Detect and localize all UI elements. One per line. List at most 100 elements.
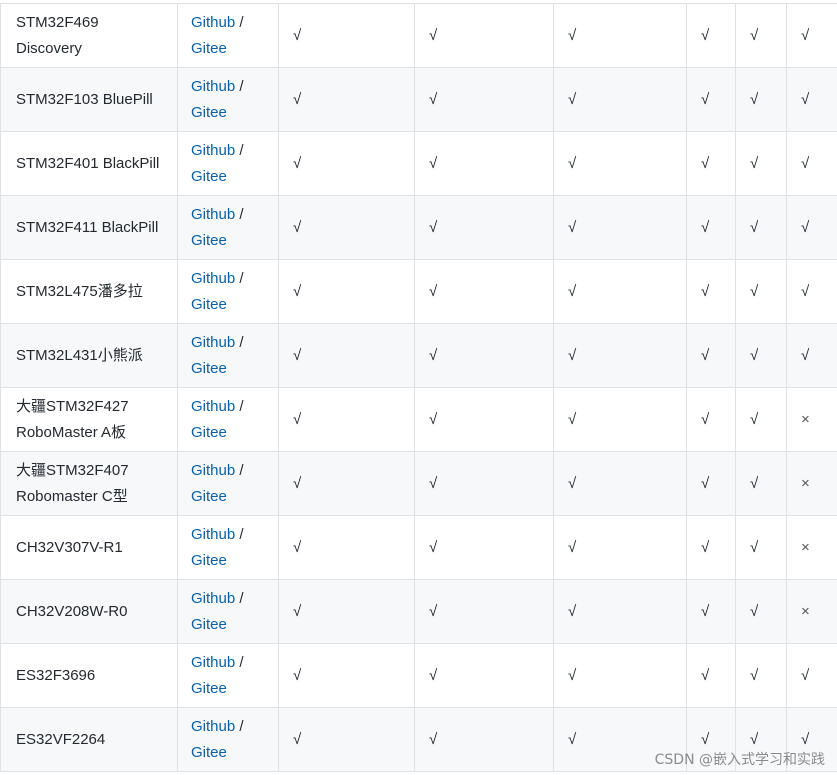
- github-link[interactable]: Github: [191, 334, 235, 351]
- repo-links: Github / Gitee: [177, 707, 279, 772]
- supported-mark: √: [735, 195, 787, 260]
- supported-mark: √: [686, 195, 736, 260]
- supported-mark: √: [414, 387, 554, 452]
- link-separator: /: [235, 142, 244, 159]
- unsupported-mark: ×: [786, 451, 837, 516]
- table-row: STM32L475潘多拉 Github / Gitee √ √ √ √ √ √: [0, 259, 837, 324]
- table-row: STM32F469 Discovery Github / Gitee √ √ √ √ √ √: [0, 3, 837, 68]
- supported-mark: √: [414, 707, 554, 772]
- supported-mark: √: [553, 131, 687, 196]
- github-link[interactable]: Github: [191, 526, 235, 543]
- gitee-link[interactable]: Gitee: [191, 616, 227, 633]
- supported-mark: √: [686, 3, 736, 68]
- link-separator: /: [235, 526, 244, 543]
- supported-mark: √: [553, 3, 687, 68]
- board-name: ES32VF2264: [0, 707, 178, 772]
- github-link[interactable]: Github: [191, 462, 235, 479]
- repo-links: Github / Gitee: [177, 579, 279, 644]
- link-separator: /: [235, 206, 244, 223]
- supported-mark: √: [278, 259, 415, 324]
- gitee-link[interactable]: Gitee: [191, 680, 227, 697]
- supported-mark: √: [278, 131, 415, 196]
- supported-mark: √: [553, 195, 687, 260]
- gitee-link[interactable]: Gitee: [191, 232, 227, 249]
- supported-mark: √: [278, 3, 415, 68]
- supported-mark: √: [786, 131, 837, 196]
- table-row: STM32F401 BlackPill Github / Gitee √ √ √ √ √ √: [0, 131, 837, 196]
- github-link[interactable]: Github: [191, 654, 235, 671]
- supported-mark: √: [278, 323, 415, 388]
- supported-mark: √: [553, 451, 687, 516]
- table-row: 大疆STM32F407 Robomaster C型 Github / Gitee √ √…: [0, 451, 837, 516]
- board-name: STM32F401 BlackPill: [0, 131, 178, 196]
- repo-links: Github / Gitee: [177, 259, 279, 324]
- board-name: STM32F469 Discovery: [0, 3, 178, 68]
- supported-mark: √: [553, 387, 687, 452]
- supported-mark: √: [786, 643, 837, 708]
- supported-mark: √: [414, 3, 554, 68]
- gitee-link[interactable]: Gitee: [191, 552, 227, 569]
- supported-mark: √: [786, 67, 837, 132]
- supported-mark: √: [553, 515, 687, 580]
- github-link[interactable]: Github: [191, 270, 235, 287]
- supported-mark: √: [686, 579, 736, 644]
- repo-links: Github / Gitee: [177, 387, 279, 452]
- supported-mark: √: [278, 451, 415, 516]
- gitee-link[interactable]: Gitee: [191, 104, 227, 121]
- github-link[interactable]: Github: [191, 398, 235, 415]
- supported-mark: √: [414, 643, 554, 708]
- supported-mark: √: [278, 387, 415, 452]
- table-row: STM32L431小熊派 Github / Gitee √ √ √ √ √ √: [0, 323, 837, 388]
- repo-links: Github / Gitee: [177, 131, 279, 196]
- supported-mark: √: [686, 323, 736, 388]
- board-name: STM32F103 BluePill: [0, 67, 178, 132]
- link-separator: /: [235, 398, 244, 415]
- github-link[interactable]: Github: [191, 718, 235, 735]
- gitee-link[interactable]: Gitee: [191, 744, 227, 761]
- supported-mark: √: [735, 515, 787, 580]
- supported-mark: √: [278, 195, 415, 260]
- gitee-link[interactable]: Gitee: [191, 296, 227, 313]
- supported-mark: √: [553, 707, 687, 772]
- github-link[interactable]: Github: [191, 590, 235, 607]
- repo-links: Github / Gitee: [177, 515, 279, 580]
- table-row: STM32F411 BlackPill Github / Gitee √ √ √ √ √ √: [0, 195, 837, 260]
- supported-mark: √: [735, 579, 787, 644]
- github-link[interactable]: Github: [191, 142, 235, 159]
- gitee-link[interactable]: Gitee: [191, 488, 227, 505]
- link-separator: /: [235, 270, 244, 287]
- supported-mark: √: [735, 67, 787, 132]
- table-row: CH32V208W-R0 Github / Gitee √ √ √ √ √ ×: [0, 579, 837, 644]
- link-separator: /: [235, 718, 244, 735]
- gitee-link[interactable]: Gitee: [191, 360, 227, 377]
- supported-mark: √: [735, 643, 787, 708]
- repo-links: Github / Gitee: [177, 643, 279, 708]
- github-link[interactable]: Github: [191, 14, 235, 31]
- supported-mark: √: [786, 3, 837, 68]
- board-name: 大疆STM32F427 RoboMaster A板: [0, 387, 178, 452]
- repo-links: Github / Gitee: [177, 67, 279, 132]
- table-row: 大疆STM32F427 RoboMaster A板 Github / Gitee √ √…: [0, 387, 837, 452]
- supported-mark: √: [735, 131, 787, 196]
- table-body: STM32F469 Discovery Github / Gitee √ √ √ √ √ √ ST…: [0, 3, 837, 772]
- gitee-link[interactable]: Gitee: [191, 168, 227, 185]
- supported-mark: √: [735, 3, 787, 68]
- supported-mark: √: [278, 67, 415, 132]
- supported-mark: √: [414, 67, 554, 132]
- github-link[interactable]: Github: [191, 206, 235, 223]
- supported-mark: √: [686, 387, 736, 452]
- gitee-link[interactable]: Gitee: [191, 40, 227, 57]
- gitee-link[interactable]: Gitee: [191, 424, 227, 441]
- supported-mark: √: [735, 451, 787, 516]
- supported-mark: √: [686, 451, 736, 516]
- supported-mark: √: [553, 67, 687, 132]
- supported-mark: √: [278, 515, 415, 580]
- table-row: ES32F3696 Github / Gitee √ √ √ √ √ √: [0, 643, 837, 708]
- supported-mark: √: [414, 195, 554, 260]
- supported-mark: √: [686, 643, 736, 708]
- github-link[interactable]: Github: [191, 78, 235, 95]
- link-separator: /: [235, 590, 244, 607]
- link-separator: /: [235, 334, 244, 351]
- supported-mark: √: [686, 131, 736, 196]
- board-name: STM32L431小熊派: [0, 323, 178, 388]
